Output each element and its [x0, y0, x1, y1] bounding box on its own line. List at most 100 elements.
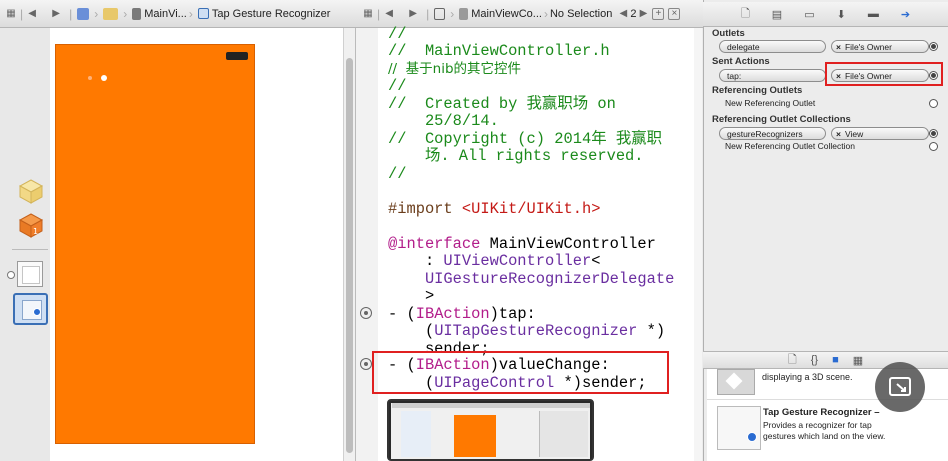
protocol-name: UIGestureRecognizerDelegate — [388, 270, 675, 288]
xib-file-icon[interactable] — [132, 7, 142, 20]
dock-divider — [12, 249, 48, 250]
project-icon[interactable] — [77, 7, 90, 20]
dock-view-dot-icon — [7, 271, 15, 279]
collection-gesture-recognizers[interactable]: gestureRecognizers — [719, 127, 826, 140]
editor-gutter — [355, 28, 379, 461]
left-jump-bar: ▦ | ◀ ▶ | › › MainVi... › Tap Gesture Re… — [0, 0, 355, 28]
breadcrumb-object[interactable]: Tap Gesture Recognizer — [212, 8, 331, 20]
attributes-inspector-icon[interactable]: ⬇ — [837, 8, 846, 21]
assistant-file-name[interactable]: MainViewCo... — [471, 8, 542, 20]
tap-action-line: (UITapGestureRecognizer *) — [388, 322, 665, 340]
main-view[interactable] — [55, 44, 255, 444]
header-file-icon[interactable] — [459, 7, 469, 20]
connection-circle-icon[interactable] — [929, 129, 938, 138]
connection-circle-icon[interactable] — [929, 142, 938, 151]
referencing-outlets-title: Referencing Outlets — [712, 85, 803, 96]
code-text: < — [591, 252, 601, 270]
library-item-description: Provides a recognizer for tap — [763, 420, 872, 430]
method-name: )tap: — [489, 305, 536, 323]
code-line: // 基于nib的其它控件 — [388, 60, 521, 78]
svg-text:1: 1 — [33, 227, 38, 236]
outlet-delegate[interactable]: delegate — [719, 40, 826, 53]
identity-inspector-icon[interactable]: ▭ — [804, 8, 814, 21]
counterparts-icon[interactable] — [434, 7, 446, 20]
media-library-icon[interactable]: ▦ — [853, 354, 863, 367]
remove-connection-icon[interactable]: × — [836, 42, 841, 52]
add-editor-icon[interactable]: + — [652, 7, 665, 20]
sent-action-tap[interactable]: tap: — [719, 69, 826, 82]
forward-arrow-icon[interactable]: ▶ — [49, 8, 63, 19]
connections-inspector-icon[interactable]: ➔ — [901, 8, 910, 21]
chevron-right-icon[interactable]: ▶ — [636, 8, 650, 19]
screen-thumbnail[interactable] — [387, 399, 594, 461]
first-responder-cube-icon[interactable]: 1 — [18, 212, 44, 238]
gesture-recognizer-icon[interactable] — [197, 8, 209, 19]
code-line: // Created by 我赢职场 on — [388, 95, 616, 113]
param-type: UITapGestureRecognizer — [434, 322, 638, 340]
ib-dock — [0, 28, 51, 461]
code-snippet-icon[interactable]: {} — [811, 354, 818, 366]
referencing-collections-title: Referencing Outlet Collections — [712, 114, 851, 125]
code-line: // — [388, 25, 407, 43]
size-inspector-icon[interactable]: ▬ — [868, 8, 879, 20]
superclass-name: UIViewController — [443, 252, 592, 270]
editor-scrollbar[interactable] — [694, 28, 702, 461]
ibaction-keyword: IBAction — [415, 305, 490, 323]
tap-action-line: - (IBAction)tap: — [388, 305, 536, 323]
import-line: #import <UIKit/UIKit.h> — [388, 200, 600, 218]
interface-keyword: @interface — [388, 235, 481, 253]
interface-line: > — [388, 287, 435, 305]
floating-capture-button[interactable] — [875, 362, 925, 412]
new-referencing-collection[interactable]: New Referencing Outlet Collection — [725, 141, 855, 151]
code-line: // Copyright (c) 2014年 我赢职 — [388, 130, 662, 148]
fullscreen-icon — [889, 377, 911, 396]
view-object-icon[interactable] — [17, 261, 43, 287]
interface-line: : UIViewController< — [388, 252, 601, 270]
code-line: 场. All rights reserved. — [388, 147, 644, 165]
file-inspector-icon[interactable]: 🗋 — [741, 5, 750, 24]
connection-circle-icon[interactable] — [929, 99, 938, 108]
outlet-delegate-target[interactable]: × File's Owner — [831, 40, 929, 53]
forward-arrow-icon[interactable]: ▶ — [406, 8, 420, 19]
code-line: 25/8/14. — [388, 112, 499, 130]
code-line: // — [388, 165, 407, 183]
tap-gesture-object-icon[interactable] — [13, 293, 48, 325]
back-arrow-icon[interactable]: ◀ — [382, 8, 396, 19]
connection-dot-tap[interactable] — [360, 307, 372, 319]
chevron-left-icon[interactable]: ◀ — [616, 8, 630, 19]
remove-connection-icon[interactable]: × — [836, 129, 841, 139]
object-library-icon[interactable]: ■ — [832, 354, 839, 366]
library-item-description: gestures which land on the view. — [763, 431, 886, 441]
folder-icon[interactable] — [103, 7, 119, 20]
code-text: // 基于nib的其它控件 — [388, 61, 522, 77]
assistant-selection[interactable]: No Selection — [550, 8, 612, 20]
grid-icon[interactable]: ▦ — [361, 8, 375, 19]
placeholder-cube-icon[interactable] — [18, 178, 44, 204]
import-directive: #import — [388, 200, 462, 218]
back-arrow-icon[interactable]: ◀ — [25, 8, 39, 19]
code-text: - ( — [388, 305, 416, 323]
collection-target[interactable]: × View — [831, 127, 929, 140]
code-line: // — [388, 77, 407, 95]
library-item-title: Tap Gesture Recognizer – — [763, 407, 880, 418]
connection-dot-valuechange[interactable] — [360, 358, 372, 370]
sent-action-highlight-box — [825, 62, 943, 86]
assistant-jump-bar: ▦ | ◀ ▶ | › MainViewCo... › No Selection… — [355, 0, 703, 28]
library-item-description: displaying a 3D scene. — [762, 372, 853, 382]
grid-icon[interactable]: ▦ — [4, 8, 18, 19]
tap-gesture-icon — [717, 406, 761, 450]
page-control-dot — [88, 76, 92, 80]
code-text: ( — [388, 322, 435, 340]
outlets-title: Outlets — [712, 28, 745, 39]
file-template-icon[interactable]: 🗋 — [788, 351, 797, 370]
class-name: MainViewController — [480, 235, 656, 253]
sent-actions-title: Sent Actions — [712, 56, 770, 67]
code-text: : — [388, 252, 444, 270]
breadcrumb-file[interactable]: MainVi... — [144, 8, 187, 20]
connection-circle-icon[interactable] — [929, 42, 938, 51]
quick-help-icon[interactable]: ▤ — [772, 8, 782, 21]
close-editor-icon[interactable]: × — [668, 7, 681, 20]
new-referencing-outlet[interactable]: New Referencing Outlet — [725, 98, 815, 108]
scenekit-view-icon — [717, 369, 755, 395]
code-text: *) — [637, 322, 666, 340]
